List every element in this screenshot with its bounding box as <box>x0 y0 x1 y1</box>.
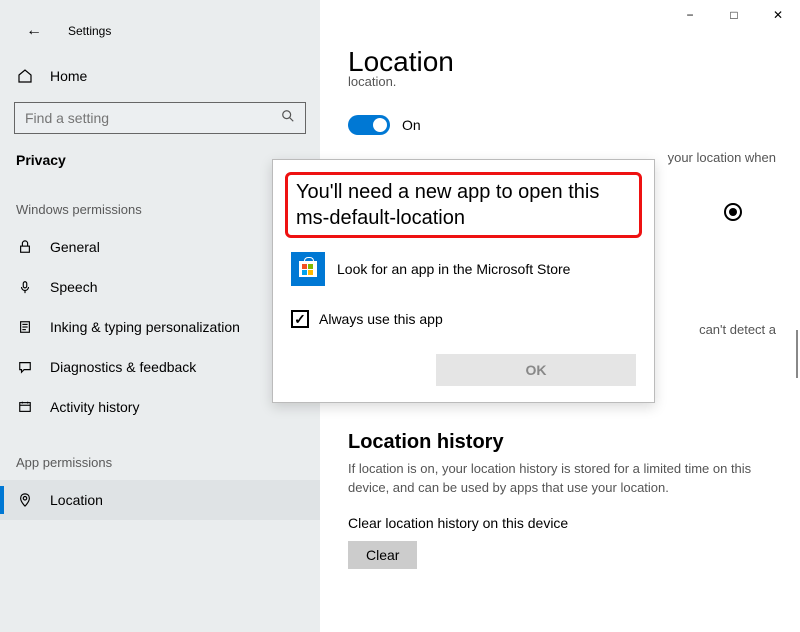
back-icon[interactable]: ← <box>26 22 42 40</box>
store-label: Look for an app in the Microsoft Store <box>337 261 570 277</box>
sidebar-item-label: Speech <box>50 279 97 295</box>
sidebar-item-label: Location <box>50 492 103 508</box>
location-history-title: Location history <box>348 431 780 454</box>
clear-history-label: Clear location history on this device <box>348 515 780 531</box>
history-desc: If location is on, your location history… <box>348 460 780 496</box>
feedback-icon <box>16 360 34 374</box>
lock-icon <box>16 240 34 254</box>
home-label: Home <box>50 68 87 84</box>
location-toggle-row: On <box>348 115 780 135</box>
always-use-checkbox[interactable]: ✓ <box>291 310 309 328</box>
sidebar-item-label: Diagnostics & feedback <box>50 359 196 375</box>
truncated-text: location. <box>348 74 780 89</box>
location-icon <box>16 493 34 507</box>
app-title: Settings <box>68 24 111 38</box>
minimize-button[interactable]: − <box>668 0 712 30</box>
settings-window: ← Settings Home Privacy Windows permissi… <box>0 0 800 632</box>
clear-button[interactable]: Clear <box>348 541 417 569</box>
sidebar-item-label: General <box>50 239 100 255</box>
search-box[interactable] <box>14 102 306 134</box>
search-input[interactable] <box>25 110 281 126</box>
location-toggle[interactable] <box>348 115 390 135</box>
radio-option[interactable] <box>724 203 742 221</box>
nav-home[interactable]: Home <box>0 58 320 94</box>
maximize-button[interactable]: □ <box>712 0 756 30</box>
sidebar-item-label: Inking & typing personalization <box>50 319 240 335</box>
popup-title-line1: You'll need a new app to open this <box>296 179 631 205</box>
clipboard-icon <box>16 320 34 334</box>
popup-title-line2: ms-default-location <box>296 205 631 231</box>
always-use-row: ✓ Always use this app <box>291 310 636 328</box>
scrollbar[interactable] <box>796 330 798 378</box>
always-use-label: Always use this app <box>319 311 443 327</box>
sidebar-item-location[interactable]: Location <box>0 480 320 520</box>
home-icon <box>16 68 34 84</box>
store-option[interactable]: Look for an app in the Microsoft Store <box>291 252 636 286</box>
app-picker-popup: You'll need a new app to open this ms-de… <box>272 159 655 403</box>
history-icon <box>16 400 34 414</box>
sidebar-item-label: Activity history <box>50 399 139 415</box>
heading-app-permissions: App permissions <box>0 427 320 480</box>
close-button[interactable]: ✕ <box>756 0 800 30</box>
toggle-label: On <box>402 117 421 133</box>
ok-button[interactable]: OK <box>436 354 636 386</box>
caption-buttons: − □ ✕ <box>668 0 800 30</box>
popup-highlight: You'll need a new app to open this ms-de… <box>285 172 642 238</box>
ms-store-icon <box>291 252 325 286</box>
search-icon <box>281 109 295 128</box>
mic-icon <box>16 280 34 294</box>
titlebar-left: ← Settings <box>0 16 320 46</box>
